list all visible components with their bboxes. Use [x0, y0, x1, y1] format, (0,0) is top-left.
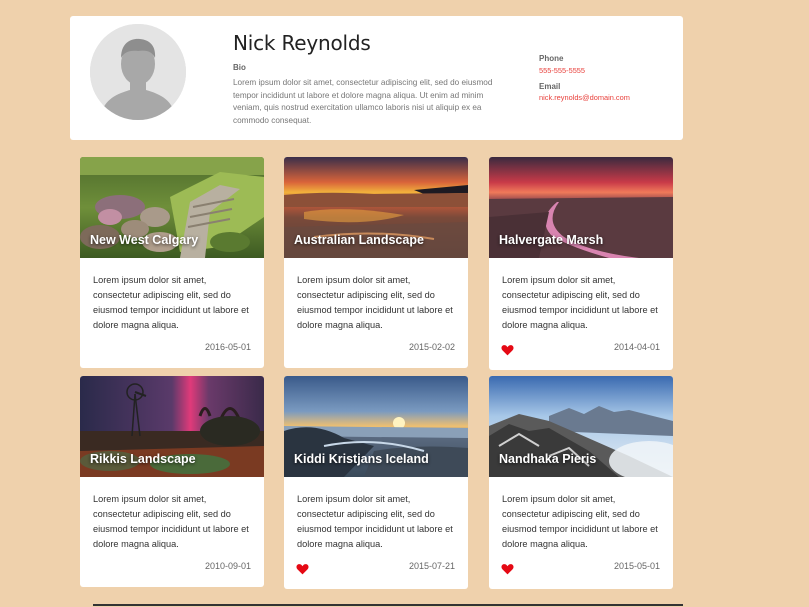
card-text: Lorem ipsum dolor sit amet, consectetur … — [297, 494, 453, 549]
card-title: New West Calgary — [90, 233, 199, 247]
card-title: Australian Landscape — [294, 233, 424, 247]
avatar — [90, 24, 186, 120]
card-text: Lorem ipsum dolor sit amet, consectetur … — [93, 275, 249, 330]
divider — [93, 604, 683, 606]
profile-card: Nick Reynolds Bio Lorem ipsum dolor sit … — [70, 16, 683, 140]
card-title: Rikkis Landscape — [90, 452, 196, 466]
bio-text: Lorem ipsum dolor sit amet, consectetur … — [233, 78, 493, 125]
card-title: Kiddi Kristjans Iceland — [294, 452, 429, 466]
card-date: 2014-04-01 — [613, 342, 660, 352]
card-text: Lorem ipsum dolor sit amet, consectetur … — [93, 494, 249, 549]
email-link[interactable]: nick.reynolds@domain.com — [539, 93, 630, 102]
card-date: 2015-07-21 — [408, 561, 455, 571]
card-title: Nandhaka Pieris — [499, 452, 597, 466]
card-date: 2015-02-02 — [408, 342, 455, 352]
heart-icon[interactable] — [501, 344, 514, 356]
email-label: Email — [539, 82, 561, 91]
card-date: 2015-05-01 — [613, 561, 660, 571]
heart-icon[interactable] — [501, 563, 514, 575]
user-silhouette-icon — [90, 24, 186, 120]
photo-card[interactable]: Halvergate Marsh Lorem ipsum dolor sit a… — [489, 157, 673, 370]
photo-card[interactable]: Australian Landscape Lorem ipsum dolor s… — [284, 157, 468, 368]
photo-card[interactable]: New West Calgary Lorem ipsum dolor sit a… — [80, 157, 264, 368]
card-text: Lorem ipsum dolor sit amet, consectetur … — [502, 494, 658, 549]
heart-icon[interactable] — [296, 563, 309, 575]
photo-card[interactable]: Kiddi Kristjans Iceland Lorem ipsum dolo… — [284, 376, 468, 589]
card-text: Lorem ipsum dolor sit amet, consectetur … — [297, 275, 453, 330]
bio-label: Bio — [233, 63, 246, 72]
phone-link[interactable]: 555-555-5555 — [539, 66, 585, 75]
photo-card[interactable]: Nandhaka Pieris Lorem ipsum dolor sit am… — [489, 376, 673, 589]
card-date: 2016-05-01 — [204, 342, 251, 352]
photo-card[interactable]: Rikkis Landscape Lorem ipsum dolor sit a… — [80, 376, 264, 587]
card-title: Halvergate Marsh — [499, 233, 604, 247]
phone-label: Phone — [539, 54, 564, 63]
card-text: Lorem ipsum dolor sit amet, consectetur … — [502, 275, 658, 330]
card-date: 2010-09-01 — [204, 561, 251, 571]
profile-name: Nick Reynolds — [233, 31, 371, 55]
